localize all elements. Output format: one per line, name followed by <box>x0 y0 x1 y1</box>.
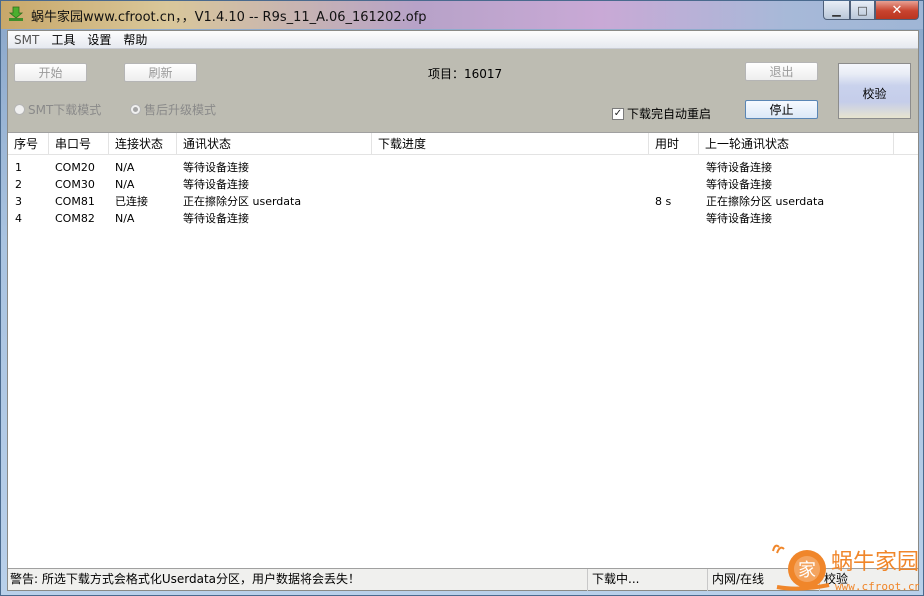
cell-progress <box>372 210 379 227</box>
window-title: 蜗牛家园www.cfroot.cn，，V1.4.10 -- R9s_11_A.0… <box>31 10 427 25</box>
maximize-button[interactable]: □ <box>850 1 875 20</box>
refresh-button[interactable]: 刷新 <box>124 63 197 82</box>
window-controls: ▁ □ ✕ <box>823 1 919 21</box>
menu-bar: SMT 工具 设置 帮助 <box>8 31 918 49</box>
cell-port: COM82 <box>55 212 95 225</box>
table-row[interactable]: 2 COM30 N/A 等待设备连接 等待设备连接 <box>8 176 918 193</box>
status-download: 下载中... <box>588 569 708 591</box>
menu-smt[interactable]: SMT <box>14 33 39 47</box>
cell-progress <box>372 176 379 193</box>
cell-last-comm: 等待设备连接 <box>706 161 772 174</box>
table-row[interactable]: 4 COM82 N/A 等待设备连接 等待设备连接 <box>8 210 918 227</box>
menu-tools[interactable]: 工具 <box>51 31 75 48</box>
project-label: 项目：16017 <box>428 67 503 81</box>
watermark-badge: 家 <box>798 560 816 581</box>
minimize-button[interactable]: ▁ <box>823 1 850 20</box>
cell-index: 2 <box>15 178 22 191</box>
cell-index: 3 <box>15 195 22 208</box>
check-button[interactable]: 校验 <box>838 63 911 119</box>
cell-connection: N/A <box>115 161 135 174</box>
auto-restart-label: 下载完自动重启 <box>627 107 712 121</box>
client-area: SMT 工具 设置 帮助 开始 刷新 项目：16017 退出 校验 SMT下载模… <box>7 30 919 591</box>
title-bar[interactable]: 蜗牛家园www.cfroot.cn，，V1.4.10 -- R9s_11_A.0… <box>1 1 923 29</box>
cell-connection: N/A <box>115 178 135 191</box>
cell-last-comm: 等待设备连接 <box>706 212 772 225</box>
auto-restart-checkbox[interactable]: ✓ 下载完自动重启 <box>612 105 711 122</box>
col-header-connection[interactable]: 连接状态 <box>109 133 177 155</box>
cell-time <box>648 176 655 193</box>
radio-smt-indicator[interactable] <box>14 104 25 115</box>
device-list[interactable]: 序号 串口号 连接状态 通讯状态 下载进度 用时 上一轮通讯状态 1 COM20… <box>8 132 918 568</box>
check-button-label: 校验 <box>862 87 887 101</box>
stop-button[interactable]: 停止 <box>745 100 818 119</box>
app-window: 蜗牛家园www.cfroot.cn，，V1.4.10 -- R9s_11_A.0… <box>0 0 924 596</box>
cell-comm: 等待设备连接 <box>183 178 249 191</box>
cell-progress <box>372 159 379 176</box>
maximize-icon: □ <box>857 3 868 17</box>
cell-port: COM30 <box>55 178 95 191</box>
watermark-brand: 蜗牛家园 <box>831 550 919 575</box>
cell-connection: 已连接 <box>115 195 148 208</box>
cell-port: COM81 <box>55 195 95 208</box>
start-button[interactable]: 开始 <box>14 63 87 82</box>
cell-connection: N/A <box>115 212 135 225</box>
table-row[interactable]: 3 COM81 已连接 正在擦除分区 userdata 8 s 正在擦除分区 u… <box>8 193 918 210</box>
cell-index: 1 <box>15 161 22 174</box>
watermark-logo: 家 蜗牛家园 www.cfroot.cn <box>772 544 919 593</box>
cell-port: COM20 <box>55 161 95 174</box>
mode-smt-radio[interactable]: SMT下载模式 <box>14 101 101 118</box>
table-row[interactable]: 1 COM20 N/A 等待设备连接 等待设备连接 <box>8 159 918 176</box>
cell-comm: 正在擦除分区 userdata <box>183 195 302 208</box>
cell-comm: 等待设备连接 <box>183 161 249 174</box>
download-arrow-icon <box>8 6 24 21</box>
cell-time <box>648 210 655 227</box>
close-button[interactable]: ✕ <box>875 1 919 20</box>
cell-time: 8 s <box>655 195 672 208</box>
menu-settings[interactable]: 设置 <box>87 31 111 48</box>
mode-aftersale-radio[interactable]: 售后升级模式 <box>130 101 216 118</box>
cell-index: 4 <box>15 212 22 225</box>
menu-help[interactable]: 帮助 <box>123 31 147 48</box>
cell-last-comm: 等待设备连接 <box>706 178 772 191</box>
status-warning: 警告: 所选下载方式会格式化Userdata分区，用户数据将会丢失！ <box>8 569 588 591</box>
mode-aftersale-label: 售后升级模式 <box>144 103 217 117</box>
cell-comm: 等待设备连接 <box>183 212 249 225</box>
mode-smt-label: SMT下载模式 <box>28 103 102 117</box>
col-header-comm[interactable]: 通讯状态 <box>177 133 372 155</box>
watermark-url: www.cfroot.cn <box>835 580 919 593</box>
cell-progress <box>372 193 379 210</box>
exit-button[interactable]: 退出 <box>745 62 818 81</box>
col-header-port[interactable]: 串口号 <box>49 133 109 155</box>
radio-aftersale-indicator[interactable] <box>130 104 141 115</box>
col-header-progress[interactable]: 下载进度 <box>372 133 649 155</box>
checkbox-check-icon[interactable]: ✓ <box>612 107 624 120</box>
cell-time <box>648 159 655 176</box>
close-icon: ✕ <box>891 2 903 18</box>
col-header-index[interactable]: 序号 <box>8 133 49 155</box>
minimize-icon: ▁ <box>832 3 841 17</box>
cell-last-comm: 正在擦除分区 userdata <box>706 195 825 208</box>
list-header: 序号 串口号 连接状态 通讯状态 下载进度 用时 上一轮通讯状态 <box>8 133 918 155</box>
col-header-time[interactable]: 用时 <box>649 133 699 155</box>
col-header-last-comm[interactable]: 上一轮通讯状态 <box>699 133 894 155</box>
